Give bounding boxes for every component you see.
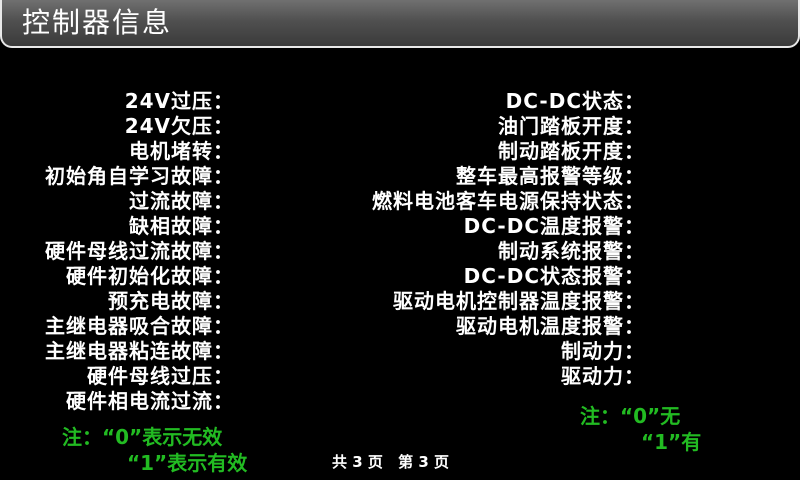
title-bar: 控制器信息 (0, 0, 800, 48)
field-label-24v-undervoltage: 24V欠压： (124, 114, 234, 138)
field-label-overcurrent-fault: 过流故障： (129, 189, 234, 213)
field-label-motor-controller-temp-alarm: 驱动电机控制器温度报警： (393, 289, 645, 313)
left-note-line1: 注：“0”表示无效 (62, 425, 223, 449)
field-label-dcdc-status-alarm: DC-DC状态报警： (463, 264, 645, 288)
field-label-main-relay-stick-fault: 主继电器粘连故障： (45, 339, 234, 363)
field-label-throttle-pedal: 油门踏板开度： (498, 114, 645, 138)
field-label-brake-system-alarm: 制动系统报警： (498, 239, 645, 263)
field-label-fuel-cell-power-hold: 燃料电池客车电源保持状态： (372, 189, 645, 213)
field-label-main-relay-close-fault: 主继电器吸合故障： (45, 314, 234, 338)
field-label-max-alarm-level: 整车最高报警等级： (456, 164, 645, 188)
page-current: 第 3 页 (398, 453, 450, 471)
right-note-line1: 注：“0”无 (580, 404, 681, 428)
page-indicator: 共 3 页 第 3 页 (332, 451, 459, 472)
left-note-line2: “1”表示有效 (127, 451, 248, 475)
field-label-motor-temp-alarm: 驱动电机温度报警： (456, 314, 645, 338)
field-label-hw-bus-overvoltage: 硬件母线过压： (87, 364, 234, 388)
field-label-phase-loss-fault: 缺相故障： (129, 214, 234, 238)
right-note-line2: “1”有 (641, 430, 702, 454)
field-label-dcdc-status: DC-DC状态： (505, 89, 645, 113)
field-label-drive-force: 驱动力： (561, 364, 645, 388)
field-label-initial-angle-fault: 初始角自学习故障： (45, 164, 234, 188)
page-title: 控制器信息 (22, 6, 173, 39)
page-total: 共 3 页 (332, 453, 383, 471)
field-label-brake-pedal: 制动踏板开度： (498, 139, 645, 163)
field-label-brake-force: 制动力： (561, 339, 645, 363)
field-label-24v-overvoltage: 24V过压： (124, 89, 234, 113)
field-label-hw-init-fault: 硬件初始化故障： (66, 264, 234, 288)
field-label-dcdc-temp-alarm: DC-DC温度报警： (463, 214, 645, 238)
field-label-precharge-fault: 预充电故障： (108, 289, 234, 313)
field-label-hw-phase-overcurrent: 硬件相电流过流： (66, 389, 234, 413)
field-label-motor-stall: 电机堵转： (129, 139, 234, 163)
field-label-hw-bus-overcurrent: 硬件母线过流故障： (45, 239, 234, 263)
